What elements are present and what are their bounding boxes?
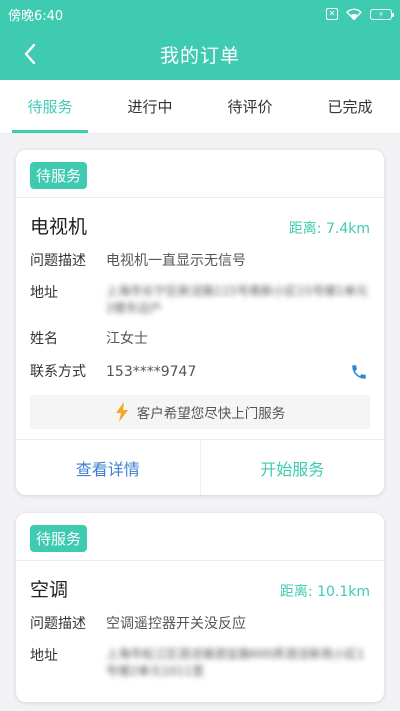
- tab-pending-service[interactable]: 待服务: [0, 80, 100, 133]
- tab-completed[interactable]: 已完成: [300, 80, 400, 133]
- back-button[interactable]: [14, 38, 46, 70]
- tab-pending-review[interactable]: 待评价: [200, 80, 300, 133]
- order-card-body: 空调 距离: 10.1km 问题描述 空调遥控器开关没反应 地址 上海市松江区泗…: [16, 561, 384, 702]
- tab-in-progress[interactable]: 进行中: [100, 80, 200, 133]
- order-card-body: 电视机 距离: 7.4km 问题描述 电视机一直显示无信号 地址 上海市长宁区新…: [16, 198, 384, 439]
- page-title: 我的订单: [159, 44, 240, 67]
- issue-value: 电视机一直显示无信号: [106, 253, 246, 269]
- start-service-button[interactable]: 开始服务: [199, 440, 385, 495]
- phone-glyph: [352, 365, 366, 379]
- address-value: 上海市松江区泗泾镇泗宝路600弄泗泾新苑小区1号楼2单元1011室: [106, 647, 365, 678]
- address-label: 地址: [30, 285, 58, 301]
- status-bar: 傍晚6:40 ✕ ⚡: [0, 0, 400, 28]
- hint-text: 客户希望您尽快上门服务: [136, 406, 286, 422]
- address-value: 上海市长宁区新泾路115号南新小区15号楼1单元2楼东边户: [106, 284, 368, 315]
- status-badge: 待服务: [30, 162, 88, 189]
- name-label: 姓名: [30, 331, 58, 347]
- order-tabs: 待服务 进行中 待评价 已完成: [0, 80, 400, 134]
- status-icons: ✕ ⚡: [326, 8, 394, 20]
- issue-value: 空调遥控器开关没反应: [106, 616, 246, 632]
- contact-row: 联系方式 153****9747: [30, 361, 370, 383]
- issue-label: 问题描述: [30, 616, 86, 632]
- customer-name: 江女士: [106, 331, 148, 347]
- order-card-header: 待服务: [16, 513, 384, 561]
- order-card-header: 待服务: [16, 150, 384, 198]
- view-details-button[interactable]: 查看详情: [16, 440, 200, 495]
- nav-bar: 我的订单: [0, 28, 400, 80]
- sim-icon: ✕: [326, 8, 338, 20]
- address-row: 地址 上海市松江区泗泾镇泗宝路600弄泗泾新苑小区1号楼2单元1011室: [30, 646, 370, 680]
- order-actions: 查看详情 开始服务: [16, 439, 384, 495]
- issue-row: 问题描述 空调遥控器开关没反应: [30, 614, 370, 634]
- wifi-icon: [346, 8, 362, 20]
- phone-icon[interactable]: [348, 361, 370, 383]
- device-name: 空调: [30, 579, 69, 601]
- device-name: 电视机: [30, 216, 88, 238]
- lightning-icon: [115, 402, 128, 422]
- issue-label: 问题描述: [30, 253, 86, 269]
- status-time: 傍晚6:40: [8, 8, 64, 24]
- issue-row: 问题描述 电视机一直显示无信号: [30, 251, 370, 271]
- contact-label: 联系方式: [30, 364, 86, 380]
- distance-label: 距离: 10.1km: [279, 584, 370, 600]
- chevron-left-icon: [24, 43, 36, 65]
- battery-icon: ⚡: [370, 8, 394, 20]
- battery-charging-label: ⚡: [378, 9, 384, 19]
- status-badge: 待服务: [30, 525, 88, 552]
- urgent-hint: 客户希望您尽快上门服务: [30, 395, 370, 429]
- order-card: 待服务 电视机 距离: 7.4km 问题描述 电视机一直显示无信号 地址 上海市…: [16, 150, 384, 495]
- order-list: 待服务 电视机 距离: 7.4km 问题描述 电视机一直显示无信号 地址 上海市…: [0, 134, 400, 702]
- order-card: 待服务 空调 距离: 10.1km 问题描述 空调遥控器开关没反应 地址 上海市…: [16, 513, 384, 702]
- distance-label: 距离: 7.4km: [288, 221, 370, 237]
- name-row: 姓名 江女士: [30, 329, 370, 349]
- order-title-row: 空调 距离: 10.1km: [30, 575, 370, 602]
- phone-number: 153****9747: [106, 364, 197, 380]
- order-title-row: 电视机 距离: 7.4km: [30, 212, 370, 239]
- address-row: 地址 上海市长宁区新泾路115号南新小区15号楼1单元2楼东边户: [30, 283, 370, 317]
- address-label: 地址: [30, 648, 58, 664]
